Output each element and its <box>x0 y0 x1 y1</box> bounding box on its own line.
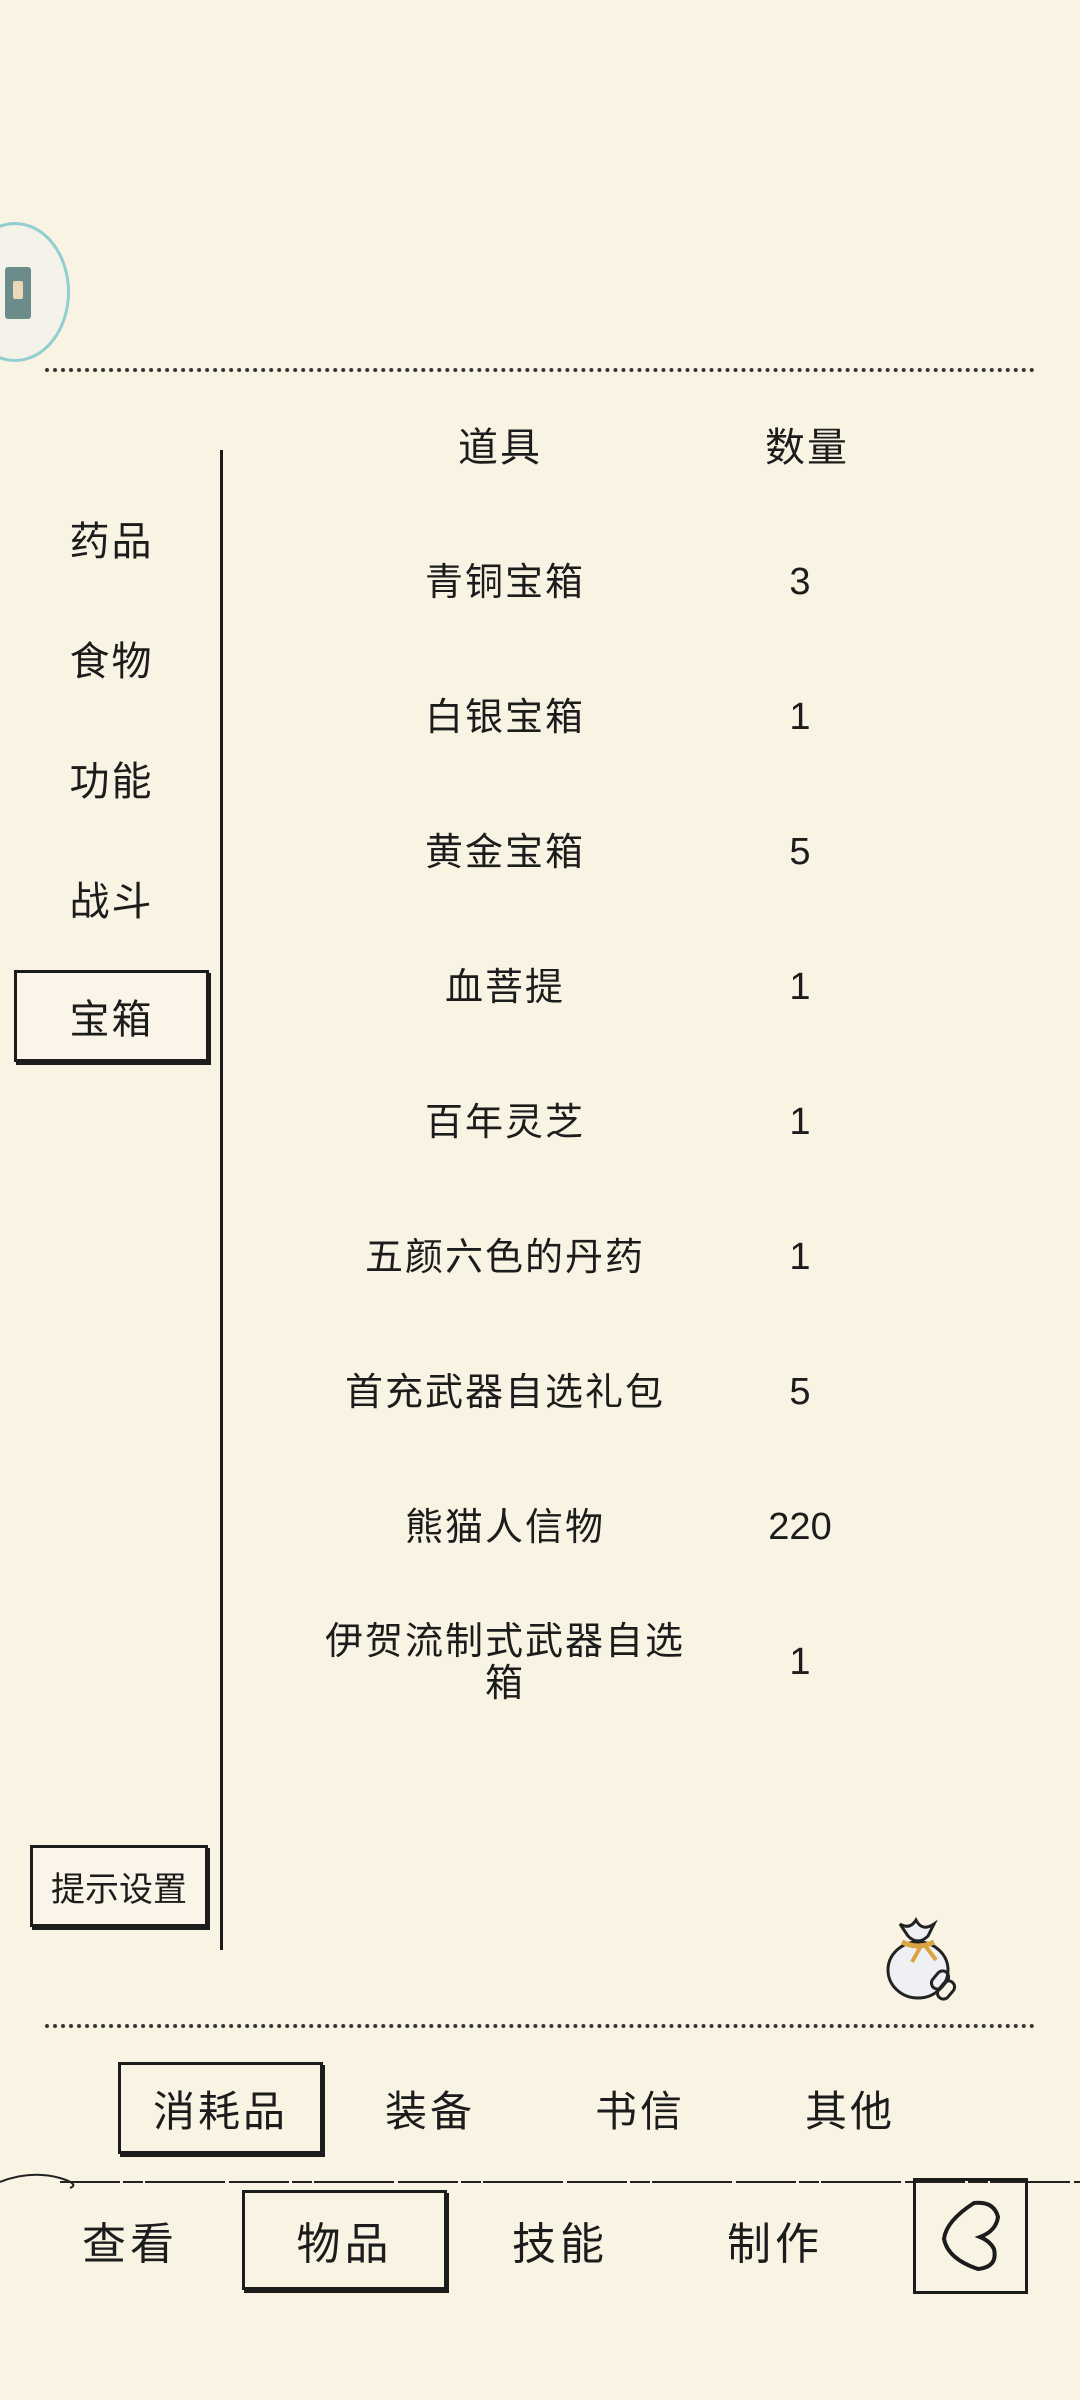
item-name: 熊猫人信物 <box>404 1505 605 1549</box>
item-quantity: 5 <box>789 1370 811 1413</box>
category-food[interactable]: 食物 <box>14 612 209 704</box>
category-label: 宝箱 <box>69 997 154 1043</box>
table-row[interactable]: 青铜宝箱 3 <box>290 522 930 642</box>
item-name: 首充武器自选礼包 <box>344 1370 665 1414</box>
nav-items[interactable]: 物品 <box>242 2190 447 2290</box>
category-label: 食物 <box>69 639 154 685</box>
app-logo-icon <box>5 267 31 319</box>
item-name: 青铜宝箱 <box>424 560 585 604</box>
table-row[interactable]: 百年灵芝 1 <box>290 1062 930 1182</box>
table-row[interactable]: 伊贺流制式武器自选箱 1 <box>290 1602 930 1722</box>
tab-other[interactable]: 其他 <box>770 2062 930 2154</box>
header-item: 道具 <box>458 425 542 471</box>
table-row[interactable]: 首充武器自选礼包 5 <box>290 1332 930 1452</box>
item-quantity: 5 <box>789 830 811 873</box>
item-name: 五颜六色的丹药 <box>364 1235 645 1279</box>
header-quantity: 数量 <box>765 425 849 471</box>
item-quantity: 220 <box>768 1505 832 1548</box>
item-bag-icon[interactable] <box>882 1910 962 2002</box>
tab-label: 其他 <box>804 2086 895 2136</box>
top-divider <box>45 368 1035 372</box>
nav-label: 物品 <box>296 2219 393 2270</box>
table-row[interactable]: 血菩提 1 <box>290 927 930 1047</box>
tab-label: 书信 <box>594 2086 685 2136</box>
vertical-divider <box>220 450 223 1950</box>
category-function[interactable]: 功能 <box>14 732 209 824</box>
item-quantity: 1 <box>789 695 811 738</box>
tab-label: 装备 <box>384 2086 475 2136</box>
item-name: 伊贺流制式武器自选箱 <box>324 1619 685 1705</box>
table-row[interactable]: 熊猫人信物 220 <box>290 1467 930 1587</box>
nav-label: 查看 <box>82 2219 178 2270</box>
tab-consumables[interactable]: 消耗品 <box>118 2062 323 2154</box>
nav-view[interactable]: 查看 <box>60 2190 200 2290</box>
nav-crafting[interactable]: 制作 <box>705 2190 845 2290</box>
category-medicine[interactable]: 药品 <box>14 492 209 584</box>
item-quantity: 1 <box>789 1100 811 1143</box>
item-quantity: 1 <box>789 965 811 1008</box>
category-label: 战斗 <box>69 879 154 925</box>
item-quantity: 3 <box>789 560 811 603</box>
hint-settings-button[interactable]: 提示设置 <box>30 1845 208 1927</box>
nav-skills[interactable]: 技能 <box>490 2190 630 2290</box>
middle-divider <box>45 2024 1035 2028</box>
category-treasure-chest[interactable]: 宝箱 <box>14 970 209 1062</box>
nav-label: 制作 <box>727 2219 823 2270</box>
item-quantity: 1 <box>789 1640 811 1683</box>
back-button[interactable] <box>913 2178 1028 2294</box>
nav-label: 技能 <box>512 2219 608 2270</box>
back-arrow-icon <box>941 2200 1001 2272</box>
item-quantity: 1 <box>789 1235 811 1278</box>
item-name: 黄金宝箱 <box>424 830 585 874</box>
tab-label: 消耗品 <box>152 2086 288 2136</box>
category-combat[interactable]: 战斗 <box>14 852 209 944</box>
floating-app-badge[interactable] <box>0 222 70 362</box>
table-row[interactable]: 五颜六色的丹药 1 <box>290 1197 930 1317</box>
tab-letters[interactable]: 书信 <box>560 2062 720 2154</box>
category-label: 药品 <box>69 519 154 565</box>
item-name: 血菩提 <box>444 965 565 1009</box>
tab-equipment[interactable]: 装备 <box>350 2062 510 2154</box>
item-name: 白银宝箱 <box>424 695 585 739</box>
table-row[interactable]: 白银宝箱 1 <box>290 657 930 777</box>
table-row[interactable]: 黄金宝箱 5 <box>290 792 930 912</box>
category-label: 功能 <box>69 759 154 805</box>
item-name: 百年灵芝 <box>424 1100 585 1144</box>
